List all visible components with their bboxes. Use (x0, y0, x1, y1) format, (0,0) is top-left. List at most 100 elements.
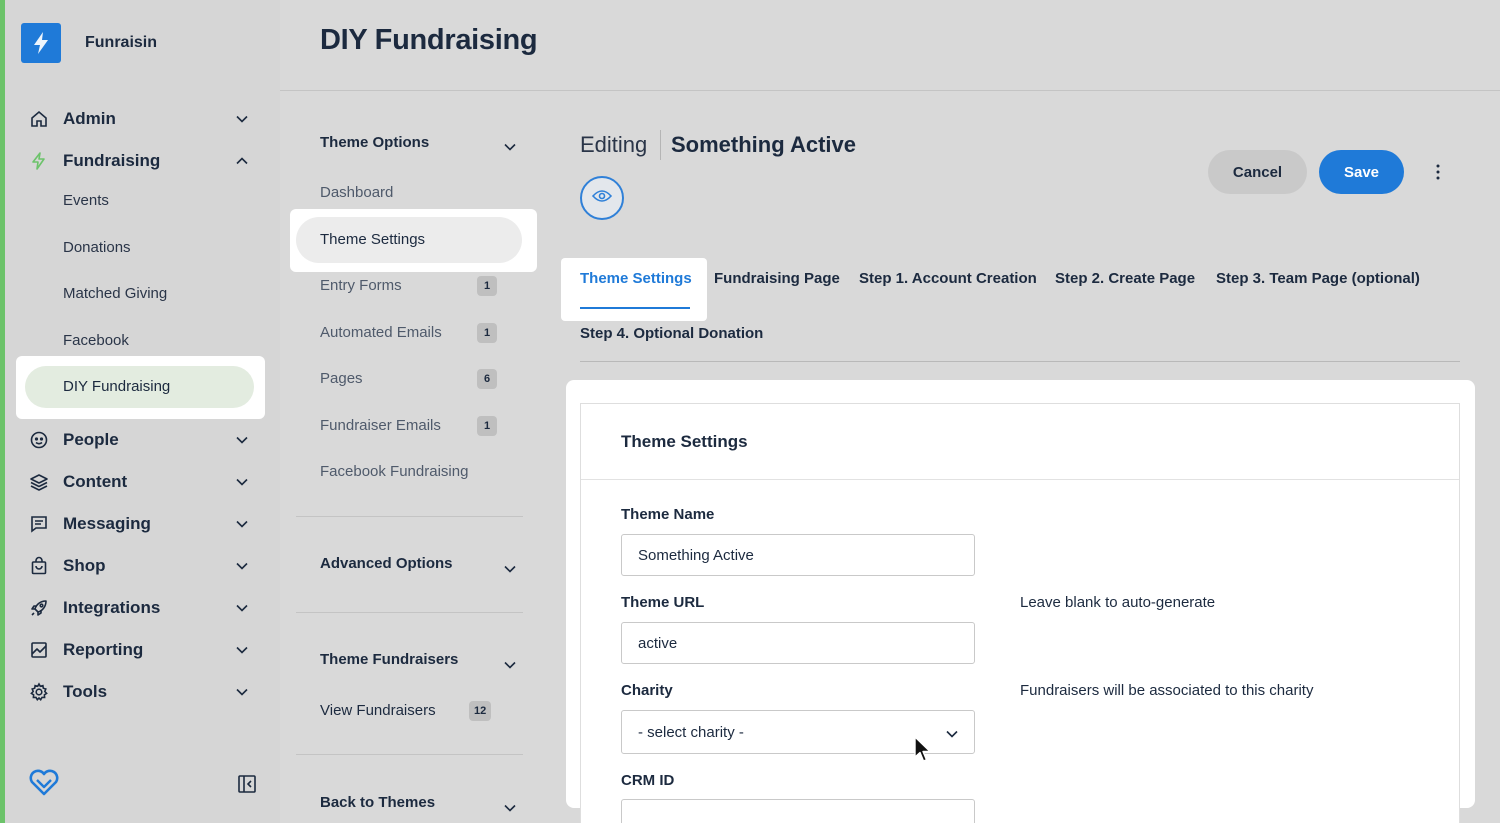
tab-step1-account-creation[interactable]: Step 1. Account Creation (859, 270, 1037, 287)
rocket-icon (29, 598, 49, 618)
chevron-down-icon (235, 559, 249, 573)
sidebar-item-tools[interactable]: Tools (29, 679, 249, 705)
sidebar-item-people[interactable]: People (29, 427, 249, 453)
count-badge: 12 (469, 701, 492, 721)
theme-nav-automated-emails[interactable]: Automated Emails (320, 324, 442, 341)
sidebar-item-label: Content (63, 472, 128, 491)
divider (296, 754, 523, 755)
chevron-down-icon (235, 475, 249, 489)
theme-nav-dashboard[interactable]: Dashboard (320, 184, 393, 201)
tab-fundraising-page[interactable]: Fundraising Page (714, 270, 840, 287)
editing-label: Editing (580, 132, 648, 157)
sidebar-item-label: Integrations (63, 598, 161, 617)
save-button[interactable]: Save (1319, 150, 1404, 194)
charity-label: Charity (621, 682, 673, 699)
chevron-down-icon[interactable] (504, 656, 518, 670)
brand-name: Funraisin (85, 34, 158, 51)
bag-icon (29, 556, 49, 576)
sidebar-subitem-matched-giving[interactable]: Matched Giving (63, 285, 167, 302)
tab-step4-optional-donation[interactable]: Step 4. Optional Donation (580, 325, 763, 342)
tab-theme-settings[interactable]: Theme Settings (580, 270, 692, 287)
count-badge: 1 (477, 323, 497, 343)
sidebar-item-messaging[interactable]: Messaging (29, 511, 249, 537)
theme-options-heading[interactable]: Theme Options (320, 134, 429, 151)
collapse-sidebar-icon[interactable] (237, 774, 257, 799)
chevron-down-icon[interactable] (504, 138, 518, 152)
sidebar-item-reporting[interactable]: Reporting (29, 637, 249, 663)
sidebar-item-label: Tools (63, 682, 108, 701)
sidebar-subitem-highlight: DIY Fundraising (16, 356, 265, 419)
theme-url-input[interactable]: active (621, 622, 975, 664)
chevron-down-icon[interactable] (504, 560, 518, 574)
theme-nav-facebook-fundraising[interactable]: Facebook Fundraising (320, 463, 468, 480)
chevron-down-icon (235, 112, 249, 126)
face-icon (29, 430, 49, 450)
theme-nav-view-fundraisers[interactable]: View Fundraisers (320, 702, 436, 719)
chevron-down-icon[interactable] (504, 799, 518, 813)
sidebar-subitem-events[interactable]: Events (63, 192, 109, 209)
sidebar-subitem-donations[interactable]: Donations (63, 239, 131, 256)
sidebar: Funraisin Admin Fundraising Events Donat… (5, 0, 280, 823)
sidebar-item-fundraising[interactable]: Fundraising (29, 148, 249, 174)
sidebar-item-label: Reporting (63, 640, 144, 659)
more-vertical-icon[interactable] (1428, 160, 1448, 184)
tab-active-underline (580, 307, 690, 309)
theme-nav-fundraiser-emails[interactable]: Fundraiser Emails (320, 417, 441, 434)
sidebar-item-label: People (63, 430, 119, 449)
divider (580, 361, 1460, 362)
theme-nav-theme-settings[interactable]: Theme Settings (296, 217, 522, 263)
chevron-down-icon (235, 685, 249, 699)
lightning-icon (29, 151, 49, 171)
crm-id-label: CRM ID (621, 772, 675, 789)
chevron-down-icon (235, 601, 249, 615)
charity-select-value: - select charity - (638, 723, 744, 741)
sidebar-item-label: Messaging (63, 514, 151, 533)
message-icon (29, 514, 49, 534)
sidebar-item-label: Fundraising (63, 151, 161, 170)
chevron-down-icon (235, 517, 249, 531)
lightning-logo-icon (21, 23, 61, 63)
back-to-themes-heading[interactable]: Back to Themes (320, 794, 435, 811)
sidebar-item-admin[interactable]: Admin (29, 106, 249, 132)
divider (660, 130, 661, 160)
charity-help: Fundraisers will be associated to this c… (1020, 682, 1314, 699)
advanced-options-heading[interactable]: Advanced Options (320, 555, 453, 572)
theme-nav-entry-forms[interactable]: Entry Forms (320, 277, 402, 294)
sidebar-subitem-facebook[interactable]: Facebook (63, 332, 129, 349)
sidebar-subitem-diy-fundraising[interactable]: DIY Fundraising (25, 366, 254, 408)
tab-step3-team-page[interactable]: Step 3. Team Page (optional) (1216, 270, 1420, 287)
chevron-down-icon (235, 433, 249, 447)
theme-settings-card: Theme Settings Theme Name Something Acti… (580, 403, 1460, 823)
theme-url-help: Leave blank to auto-generate (1020, 594, 1216, 611)
theme-name-input[interactable]: Something Active (621, 534, 975, 576)
theme-url-label: Theme URL (621, 594, 705, 611)
eye-icon (591, 189, 613, 208)
chart-icon (29, 640, 49, 660)
crm-id-input[interactable] (621, 799, 975, 823)
theme-fundraisers-heading[interactable]: Theme Fundraisers (320, 651, 458, 668)
preview-button[interactable] (580, 176, 624, 220)
editing-theme-name: Something Active (671, 132, 856, 157)
brand[interactable]: Funraisin (21, 23, 157, 63)
theme-nav-pages[interactable]: Pages (320, 370, 363, 387)
page-title: DIY Fundraising (320, 24, 538, 56)
sidebar-subitem-label: DIY Fundraising (63, 378, 171, 395)
home-icon (29, 109, 49, 129)
divider (296, 516, 523, 517)
chevron-down-icon (946, 725, 960, 739)
sidebar-item-shop[interactable]: Shop (29, 553, 249, 579)
theme-nav-highlight: Theme Settings (290, 209, 537, 272)
sidebar-item-label: Admin (63, 109, 116, 128)
divider (581, 479, 1459, 480)
count-badge: 6 (477, 369, 497, 389)
sidebar-item-content[interactable]: Content (29, 469, 249, 495)
tab-step2-create-page[interactable]: Step 2. Create Page (1055, 270, 1195, 287)
chevron-up-icon (235, 154, 249, 168)
count-badge: 1 (477, 416, 497, 436)
theme-name-label: Theme Name (621, 506, 715, 523)
layers-icon (29, 472, 49, 492)
heart-logo-icon[interactable] (28, 769, 60, 802)
cancel-button[interactable]: Cancel (1208, 150, 1307, 194)
sidebar-item-integrations[interactable]: Integrations (29, 595, 249, 621)
tab-highlight (561, 258, 707, 321)
